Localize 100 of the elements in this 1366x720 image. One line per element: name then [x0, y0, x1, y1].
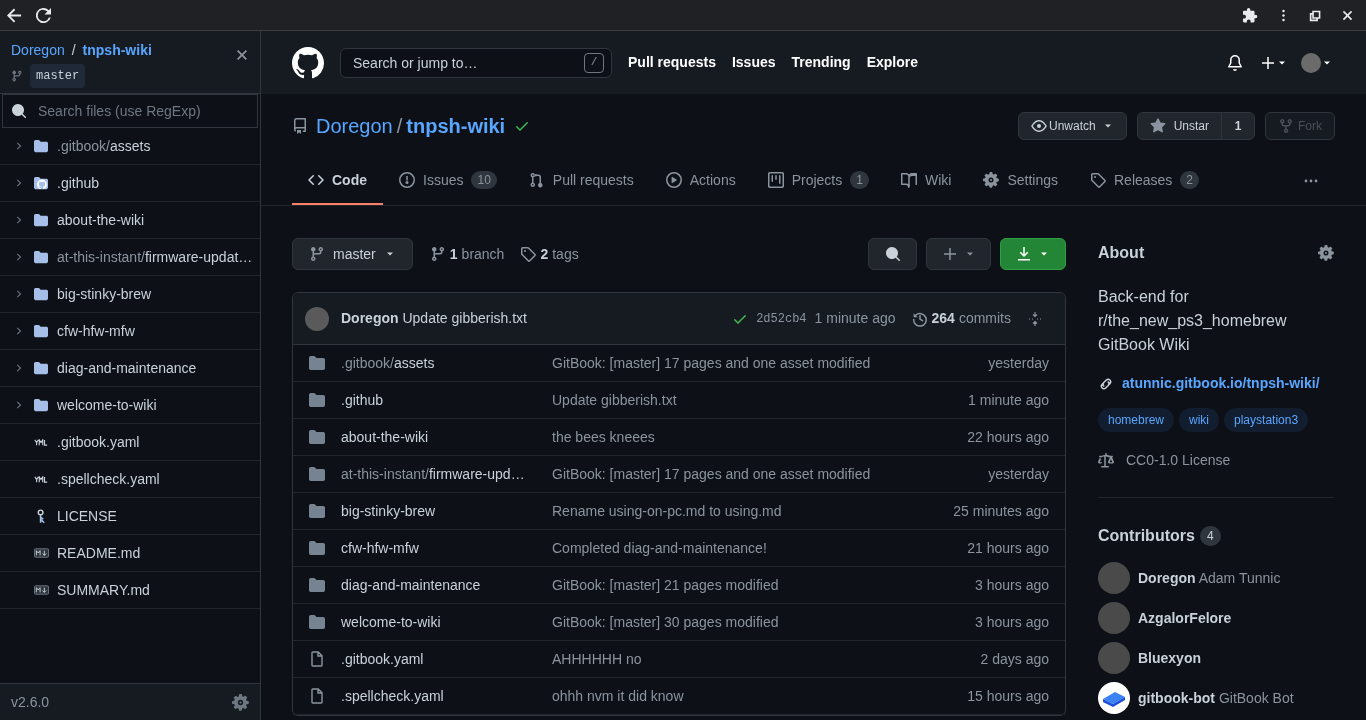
tree-item[interactable]: cfw-hfw-mfw	[0, 313, 260, 350]
file-name[interactable]: cfw-hfw-mfw	[341, 537, 536, 559]
settings-button[interactable]	[232, 693, 249, 711]
repo-tab[interactable]: Actions	[649, 157, 752, 205]
unwatch-button[interactable]: Unwatch	[1017, 112, 1127, 140]
file-row[interactable]: big-stinky-brew Rename using-on-pc.md to using.md 25 minutes ago	[293, 493, 1065, 530]
nav-link[interactable]: Issues	[731, 52, 776, 73]
commit-message[interactable]: GitBook: [master] 17 pages and one asset modified	[552, 352, 871, 374]
website-link[interactable]: atunnic.gitbook.io/tnpsh-wiki/	[1098, 373, 1334, 394]
tree-item[interactable]: diag-and-maintenance	[0, 350, 260, 387]
repo-link[interactable]: tnpsh-wiki	[82, 41, 152, 59]
file-name[interactable]: .spellcheck.yaml	[341, 685, 536, 707]
branch-select-button[interactable]: master	[292, 238, 413, 270]
repo-tab[interactable]: Releases 2	[1074, 157, 1216, 205]
commit-message[interactable]: Rename using-on-pc.md to using.md	[552, 500, 782, 522]
file-name[interactable]: at-this-instant/firmware-upd…	[341, 463, 536, 485]
restore-button[interactable]	[1309, 8, 1322, 22]
commit-message[interactable]: GitBook: [master] 21 pages modified	[552, 574, 779, 596]
back-arrow-icon	[7, 7, 22, 23]
file-row[interactable]: welcome-to-wiki GitBook: [master] 30 pages modified 3 hours ago	[293, 604, 1065, 641]
close-button[interactable]	[235, 48, 249, 62]
notifications-button[interactable]	[1227, 54, 1243, 71]
back-button[interactable]	[7, 7, 22, 23]
nav-link[interactable]: Explore	[866, 52, 918, 73]
folder-icon	[309, 614, 325, 630]
unstar-button[interactable]: Unstar	[1137, 113, 1222, 139]
tree-item[interactable]: SUMMARY.md	[0, 572, 260, 609]
commit-author[interactable]: Doregon	[341, 310, 399, 326]
tree-item[interactable]: welcome-to-wiki	[0, 387, 260, 424]
commits-link[interactable]: 264 commits	[911, 308, 1011, 329]
commit-message[interactable]: Update gibberish.txt	[402, 310, 527, 326]
file-row[interactable]: .gitbook/assets GitBook: [master] 17 pages and one asset modified yesterday	[293, 345, 1065, 382]
file-name[interactable]: welcome-to-wiki	[341, 611, 536, 633]
tags-link[interactable]: 2 tags	[520, 243, 579, 265]
commit-message[interactable]: the bees kneees	[552, 426, 655, 448]
topic-tag[interactable]: wiki	[1179, 408, 1220, 432]
file-name[interactable]: big-stinky-brew	[341, 500, 536, 522]
home-link[interactable]	[292, 46, 324, 79]
commit-message[interactable]: GitBook: [master] 30 pages modified	[552, 611, 779, 633]
reload-button[interactable]	[36, 7, 51, 23]
repo-tab[interactable]: Pull requests	[512, 157, 650, 205]
repo-tab[interactable]: Wiki	[884, 157, 968, 205]
repo-tab[interactable]: Projects 1	[751, 157, 885, 205]
nav-link[interactable]: Pull requests	[628, 52, 716, 73]
add-file-button[interactable]	[926, 238, 991, 270]
commit-message[interactable]: Completed diag-and-maintenance!	[552, 537, 767, 559]
repo-tab[interactable]: Settings	[967, 157, 1074, 205]
repo-tab[interactable]: Code	[292, 157, 383, 205]
contributor-link[interactable]: AzgalorFelore	[1098, 602, 1334, 634]
file-row[interactable]: cfw-hfw-mfw Completed diag-and-maintenance! 21 hours ago	[293, 530, 1065, 567]
commit-message[interactable]: ohhh nvm it did know	[552, 685, 684, 707]
contributor-link[interactable]: Bluexyon	[1098, 642, 1334, 674]
nav-link[interactable]: Trending	[791, 52, 851, 73]
tree-item[interactable]: at-this-instant/firmware-updat…	[0, 239, 260, 276]
commit-message[interactable]: Update gibberish.txt	[552, 389, 677, 411]
search-button[interactable]	[868, 238, 917, 270]
contributor-link[interactable]: Doregon Adam Tunnic	[1098, 562, 1334, 594]
tree-item[interactable]: LICENSE	[0, 498, 260, 535]
tree-item[interactable]: README.md	[0, 535, 260, 572]
star-count[interactable]: 1	[1222, 113, 1254, 139]
license-link[interactable]: CC0-1.0 License	[1098, 450, 1334, 471]
contributor-link[interactable]: gitbook-bot GitBook Bot	[1098, 682, 1334, 714]
tree-item[interactable]: big-stinky-brew	[0, 276, 260, 313]
file-name[interactable]: diag-and-maintenance	[341, 574, 536, 596]
file-row[interactable]: .github Update gibberish.txt 1 minute ago	[293, 382, 1065, 419]
file-name[interactable]: .gitbook.yaml	[341, 648, 536, 670]
folder-icon	[309, 503, 325, 519]
commit-time: 2 days ago	[980, 649, 1049, 669]
count-badge: 2	[1180, 171, 1200, 189]
topic-tag[interactable]: homebrew	[1098, 408, 1175, 432]
topic-tag[interactable]: playstation3	[1224, 408, 1309, 432]
file-name[interactable]: .gitbook/assets	[341, 352, 536, 374]
extensions-button[interactable]	[1243, 7, 1258, 23]
commit-message[interactable]: AHHHHHH no	[552, 648, 642, 670]
commit-sha[interactable]: 2d52cb4	[756, 309, 807, 328]
branches-link[interactable]: 1 branch	[429, 243, 505, 265]
tree-item[interactable]: about-the-wiki	[0, 202, 260, 239]
file-row[interactable]: diag-and-maintenance GitBook: [master] 21 pages modified 3 hours ago	[293, 567, 1065, 604]
close-button[interactable]	[1341, 8, 1354, 22]
owner-link[interactable]: Doregon	[316, 111, 393, 141]
branch-icon	[309, 246, 325, 262]
owner-link[interactable]: Doregon	[11, 41, 65, 59]
file-row[interactable]: .spellcheck.yaml ohhh nvm it did know 15 hours ago	[293, 678, 1065, 715]
repo-link[interactable]: tnpsh-wiki	[406, 111, 506, 141]
expand-button[interactable]	[1027, 310, 1043, 327]
tree-item[interactable]: .gitbook.yaml	[0, 424, 260, 461]
file-row[interactable]: .gitbook.yaml AHHHHHH no 2 days ago	[293, 641, 1065, 678]
settings-button[interactable]	[1318, 245, 1334, 261]
file-row[interactable]: about-the-wiki the bees kneees 22 hours ago	[293, 419, 1065, 456]
file-name[interactable]: about-the-wiki	[341, 426, 536, 448]
download-button[interactable]	[1000, 238, 1066, 270]
file-name[interactable]: .github	[341, 389, 536, 411]
commit-message[interactable]: GitBook: [master] 17 pages and one asset modified	[552, 463, 871, 485]
avatar	[1098, 562, 1130, 594]
tree-item[interactable]: .gitbook/assets	[0, 128, 260, 165]
tree-item[interactable]: .github	[0, 165, 260, 202]
file-search-field[interactable]: Search files (use RegExp)	[2, 94, 258, 128]
tree-item[interactable]: .spellcheck.yaml	[0, 461, 260, 498]
repo-tab[interactable]: Issues 10	[383, 157, 513, 205]
file-row[interactable]: at-this-instant/firmware-upd… GitBook: [master] 17 pages and one asset modified yesterday	[293, 456, 1065, 493]
